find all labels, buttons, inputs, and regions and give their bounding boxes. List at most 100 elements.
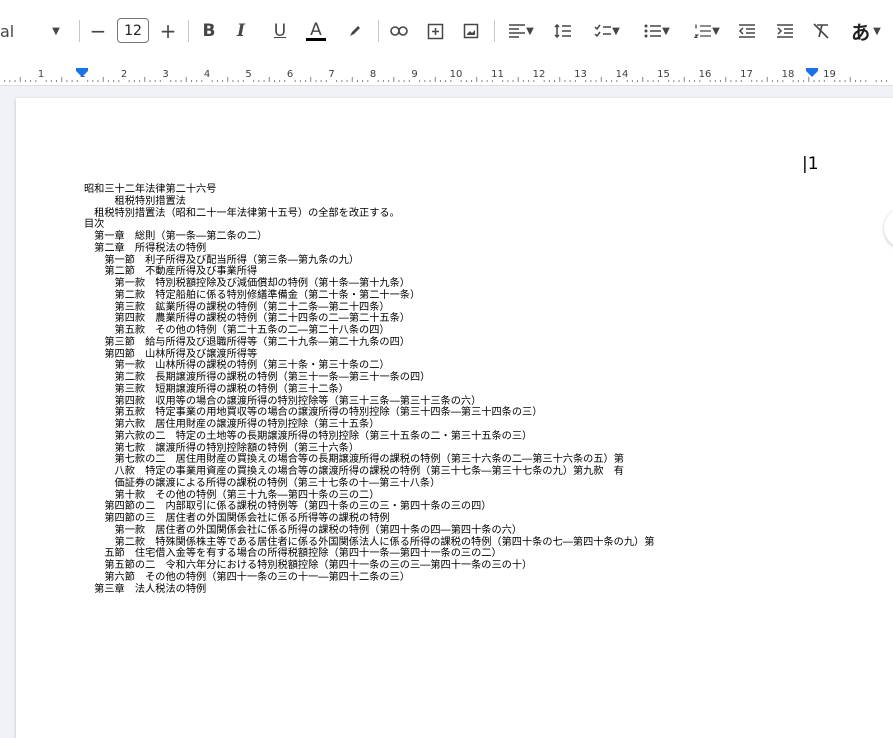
document-line: 第一款 山林所得の課税の特例（第三十条・第三十条の二）	[84, 360, 390, 372]
checklist-icon	[594, 24, 612, 38]
increase-indent-button[interactable]	[774, 17, 796, 45]
link-icon	[390, 26, 408, 36]
plus-icon: +	[159, 19, 177, 43]
increase-font-size-button[interactable]: +	[158, 17, 178, 45]
document-line: 第七款 譲渡所得の特別控除額の特例（第三十六条）	[84, 442, 360, 454]
ruler-label: 5	[245, 69, 251, 80]
clear-formatting-button[interactable]	[810, 17, 832, 45]
document-line: 第五節の二 令和六年分における特別税額控除（第四十一条の三の三―第四十一条の三の…	[84, 560, 533, 571]
document-line: 租税特別措置法（昭和二十一年法律第十五号）の全部を改正する。	[84, 207, 400, 219]
document-line: 第三章 法人税法の特例	[84, 583, 207, 595]
ruler-scale: 112345678910111213141516171819	[4, 68, 888, 82]
ruler-label: 14	[616, 69, 629, 80]
document-line: 第七款の二 居住用財産の買換えの場合等の長期譲渡所得の課税の特例（第三十六条の二…	[84, 454, 624, 466]
document-line: 租税特別措置法	[84, 195, 186, 207]
toolbar-divider	[79, 20, 80, 42]
checklist-button[interactable]: ▼	[588, 17, 626, 45]
font-size-input[interactable]: 12	[117, 18, 149, 43]
underline-icon: U	[273, 21, 287, 41]
align-button[interactable]: ▼	[503, 17, 539, 45]
document-line: 第四節の三 居住者の外国関係会社に係る所得等の課税の特例	[84, 513, 390, 524]
text-cursor-glyph: |1	[802, 154, 819, 174]
document-line: 第一章 総則（第一条―第二条の二）	[84, 231, 268, 242]
document-line: 第五款 その他の特例（第二十五条の二―第二十八条の四）	[84, 325, 390, 336]
decrease-font-size-button[interactable]: −	[88, 17, 108, 45]
toolbar-divider	[188, 20, 189, 42]
right-indent-marker[interactable]	[806, 68, 818, 77]
document-line: 第四節 山林所得及び譲渡所得等	[84, 348, 258, 360]
document-line: 第三款 短期譲渡所得の課税の特例（第三十二条）	[84, 383, 349, 395]
image-icon	[463, 23, 479, 39]
clear-formatting-icon	[813, 23, 829, 39]
add-comment-icon	[427, 23, 443, 39]
document-line: 第四款 収用等の場合の譲渡所得の特別控除等（第三十三条―第三十三条の六）	[84, 395, 482, 407]
horizontal-ruler[interactable]: 112345678910111213141516171819	[0, 60, 893, 86]
text-color-swatch	[306, 37, 326, 41]
text-color-icon: A	[310, 19, 322, 40]
insert-link-button[interactable]	[388, 17, 410, 45]
ruler-label: 4	[204, 69, 210, 80]
document-line: 第五款 特定事業の用地買収等の場合の譲渡所得の特別控除（第三十四条―第三十四条の…	[84, 407, 543, 419]
document-line: 第四款 農業所得の課税の特例（第二十四条の二―第二十五条）	[84, 313, 410, 325]
insert-image-button[interactable]	[460, 17, 482, 45]
line-spacing-icon	[554, 24, 571, 38]
document-line: 目次	[84, 219, 105, 231]
document-body-text[interactable]: 昭和三十二年法律第二十六号 租税特別措置法 租税特別措置法（昭和二十一年法律第十…	[84, 184, 654, 595]
document-line: 第二款 長期譲渡所得の課税の特例（第三十一条―第三十一条の四）	[84, 372, 431, 383]
formatting-toolbar: al ▼ − 12 + B I U A ▼ ▼ ▼ ▼ あ ▼	[0, 0, 893, 60]
ruler-label: 19	[823, 69, 836, 80]
toolbar-divider	[378, 20, 379, 42]
font-dropdown-chevron-icon[interactable]: ▼	[48, 17, 64, 45]
minus-icon: −	[89, 19, 107, 43]
document-line: 五節 住宅借入金等を有する場合の所得税額控除（第四十一条―第四十一条の三の二）	[84, 548, 502, 560]
document-line: 第六款 居住用財産の譲渡所得の特別控除（第三十五条）	[84, 419, 380, 430]
ruler-label: 3	[162, 69, 168, 80]
document-line: 第四節の二 内部取引に係る課税の特例等（第四十条の三の三・第四十条の三の四）	[84, 501, 492, 513]
bold-button[interactable]: B	[199, 17, 219, 45]
increase-indent-icon	[777, 24, 793, 38]
document-line: 第二款 特殊関係株主等である居住者に係る外国関係法人に係る所得の課税の特例（第四…	[84, 536, 655, 548]
italic-button[interactable]: I	[231, 17, 251, 45]
decrease-indent-button[interactable]	[736, 17, 758, 45]
bold-icon: B	[202, 21, 216, 41]
highlighter-icon	[350, 26, 360, 36]
align-left-icon	[509, 24, 526, 38]
document-line: 第一款 居住者の外国関係会社に係る所得の課税の特例（第四十条の四―第四十条の六）	[84, 524, 523, 536]
font-name-dropdown[interactable]: al	[0, 17, 40, 45]
bulleted-list-icon	[644, 24, 662, 38]
ruler-label: 11	[491, 69, 504, 80]
chevron-down-icon: ▼	[662, 25, 670, 37]
left-indent-marker[interactable]	[76, 68, 88, 77]
chevron-down-icon: ▼	[712, 25, 720, 37]
underline-button[interactable]: U	[270, 17, 290, 45]
bulleted-list-button[interactable]: ▼	[638, 17, 676, 45]
document-line: 昭和三十二年法律第二十六号	[84, 184, 217, 195]
ruler-label: 9	[411, 69, 417, 80]
document-line: 第一節 利子所得及び配当所得（第三条―第九条の九）	[84, 254, 360, 266]
chevron-down-icon: ▼	[526, 25, 534, 37]
input-tools-button[interactable]: あ ▼	[846, 17, 886, 45]
document-line: 第十款 その他の特例（第三十九条―第四十条の三の二）	[84, 489, 380, 501]
document-line: 第六節 その他の特例（第四十一条の三の十一―第四十二条の三）	[84, 571, 410, 583]
highlight-color-button[interactable]	[344, 17, 366, 45]
document-line: 第六款の二 特定の土地等の長期譲渡所得の特別控除（第三十五条の二・第三十五条の三…	[84, 430, 533, 442]
italic-icon: I	[237, 21, 245, 41]
ruler-label: 12	[533, 69, 546, 80]
ruler-label: 16	[699, 69, 712, 80]
ruler-label: 13	[574, 69, 587, 80]
document-line: 第二款 特定船舶に係る特別修繕準備金（第二十条・第二十一条）	[84, 289, 421, 301]
insert-comment-button[interactable]	[424, 17, 446, 45]
text-color-button[interactable]: A	[304, 17, 328, 45]
document-line: 第三節 給与所得及び退職所得等（第二十九条―第二十九条の四）	[84, 336, 410, 348]
numbered-list-button[interactable]: ▼	[688, 17, 726, 45]
ime-hiragana-icon: あ	[851, 21, 871, 44]
ruler-label: 15	[657, 69, 670, 80]
toolbar-divider	[494, 20, 495, 42]
document-line: 第二章 所得税法の特例	[84, 242, 207, 254]
document-line: 価証券の譲渡による所得の課税の特例（第三十七条の十―第三十八条）	[84, 477, 441, 489]
document-line: 第一款 特別税額控除及び減価償却の特例（第十条―第十九条）	[84, 278, 410, 289]
ruler-label: 7	[328, 69, 334, 80]
line-spacing-button[interactable]	[552, 17, 574, 45]
ruler-label: 1	[38, 69, 44, 80]
document-line: 第二節 不動産所得及び事業所得	[84, 266, 258, 278]
